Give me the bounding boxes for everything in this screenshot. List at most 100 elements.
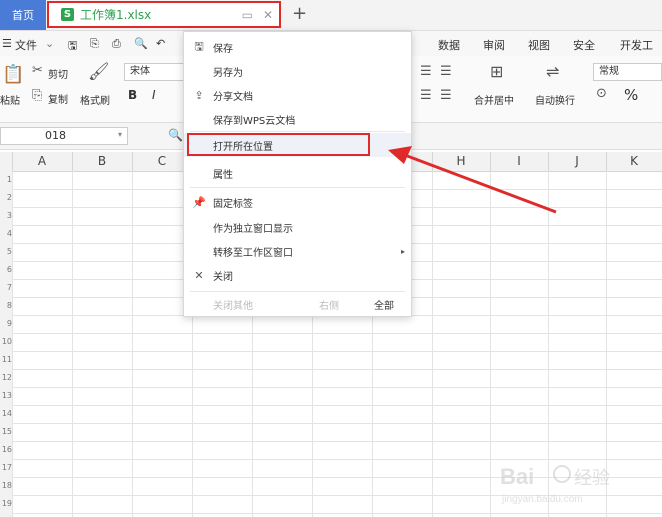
- export-icon[interactable]: ⎘: [90, 37, 99, 51]
- tab-home[interactable]: 首页: [0, 0, 46, 30]
- print-icon[interactable]: ⎙: [112, 37, 121, 51]
- grid-row-line: [12, 513, 662, 514]
- paste-button[interactable]: 粘贴: [0, 92, 20, 107]
- copy-button[interactable]: 复制: [48, 91, 68, 106]
- grid-row-line: [12, 441, 662, 442]
- row-header[interactable]: 13: [0, 391, 12, 400]
- indent-icon[interactable]: ☰: [420, 64, 432, 79]
- close-all-button[interactable]: 全部: [374, 297, 394, 312]
- number-format-select[interactable]: 常规: [593, 63, 662, 81]
- italic-button[interactable]: I: [152, 88, 156, 102]
- row-header[interactable]: 3: [0, 211, 12, 220]
- row-header[interactable]: 9: [0, 319, 12, 328]
- save-icon: 🖫: [194, 39, 204, 53]
- column-header[interactable]: B: [72, 152, 133, 171]
- row-header[interactable]: 10: [0, 337, 12, 346]
- preview-icon[interactable]: 🔍: [134, 37, 148, 50]
- close-tab-icon[interactable]: ✕: [263, 8, 273, 22]
- menu-file[interactable]: 文件: [15, 37, 37, 53]
- row-header[interactable]: 19: [0, 499, 12, 508]
- copy-icon[interactable]: ⎘: [32, 88, 42, 103]
- grid-row-line: [12, 369, 662, 370]
- menu-item-label: 作为独立窗口显示: [213, 223, 293, 235]
- row-header[interactable]: 4: [0, 229, 12, 238]
- row-header[interactable]: 1: [0, 175, 12, 184]
- merge-cells-icon[interactable]: ⊞: [490, 62, 503, 81]
- close-others-button[interactable]: 关闭其他: [213, 297, 253, 312]
- row-header[interactable]: 2: [0, 193, 12, 202]
- menu-review[interactable]: 审阅: [483, 37, 505, 53]
- scissors-icon[interactable]: ✂: [32, 63, 43, 78]
- row-header[interactable]: 18: [0, 481, 12, 490]
- menu-item-label: 保存: [213, 43, 233, 55]
- zoom-icon[interactable]: 🔍: [168, 128, 183, 142]
- menu-view[interactable]: 视图: [528, 37, 550, 53]
- menu-item-save-as[interactable]: 另存为: [184, 59, 411, 83]
- grid-row-line: [12, 387, 662, 388]
- row-header[interactable]: 7: [0, 283, 12, 292]
- save-toolbar-icon[interactable]: 🖫: [68, 37, 77, 56]
- svg-text:jingyan.baidu.com: jingyan.baidu.com: [501, 494, 583, 505]
- row-header[interactable]: 8: [0, 301, 12, 310]
- menu-item-label: 固定标签: [213, 198, 253, 210]
- menu-item-close[interactable]: ✕ 关闭: [184, 263, 411, 287]
- row-header[interactable]: 12: [0, 373, 12, 382]
- name-box[interactable]: 018: [0, 127, 128, 145]
- row-header[interactable]: 17: [0, 463, 12, 472]
- merge-center-button[interactable]: 合并居中: [474, 92, 514, 107]
- grid-column-line: [12, 171, 13, 517]
- wrap-text-button[interactable]: 自动换行: [535, 92, 575, 107]
- menu-item-label: 保存到WPS云文档: [213, 115, 296, 127]
- currency-icon[interactable]: ⊙: [596, 86, 607, 101]
- new-tab-button[interactable]: +: [292, 3, 307, 24]
- share-icon: ⇪: [194, 88, 204, 102]
- annotation-arrow: [388, 146, 557, 214]
- screen-icon[interactable]: ▭: [242, 8, 253, 22]
- row-header[interactable]: 14: [0, 409, 12, 418]
- undo-icon[interactable]: ↶: [156, 37, 165, 50]
- hamburger-icon[interactable]: ☰: [2, 37, 12, 50]
- outdent-icon[interactable]: ☰: [440, 64, 452, 79]
- tab-document-label: 工作簿1.xlsx: [80, 8, 152, 22]
- row-header[interactable]: 6: [0, 265, 12, 274]
- pin-icon: 📌: [192, 195, 206, 209]
- close-right-button[interactable]: 右侧: [319, 297, 339, 312]
- grid-row-line: [12, 405, 662, 406]
- chevron-down-icon[interactable]: ⌄: [45, 37, 54, 50]
- grid-row-line: [12, 333, 662, 334]
- grid-row-line: [12, 423, 662, 424]
- svg-text:Bai: Bai: [500, 464, 534, 489]
- grid-column-line: [132, 171, 133, 517]
- row-header[interactable]: 11: [0, 355, 12, 364]
- align-icon[interactable]: ☰: [420, 88, 432, 103]
- spreadsheet-icon: S: [61, 8, 74, 21]
- menu-item-save-to-cloud[interactable]: 保存到WPS云文档: [184, 107, 411, 131]
- paste-icon[interactable]: 📋: [2, 64, 24, 85]
- menu-data[interactable]: 数据: [438, 37, 460, 53]
- format-painter-icon[interactable]: 🖌: [88, 62, 110, 82]
- menu-item-move-to-workspace[interactable]: 转移至工作区窗口 ▸: [184, 239, 411, 263]
- menu-security[interactable]: 安全: [573, 37, 595, 53]
- format-painter-button[interactable]: 格式刷: [80, 92, 110, 107]
- menu-divider: [190, 291, 405, 292]
- row-header[interactable]: 15: [0, 427, 12, 436]
- menu-item-label: 转移至工作区窗口: [213, 247, 293, 259]
- close-icon: ✕: [194, 268, 204, 282]
- menu-item-label: 属性: [213, 169, 233, 181]
- grid-column-line: [490, 171, 491, 517]
- bold-button[interactable]: B: [128, 88, 137, 102]
- column-header[interactable]: K: [606, 152, 662, 171]
- row-header[interactable]: 5: [0, 247, 12, 256]
- row-header[interactable]: 16: [0, 445, 12, 454]
- cut-button[interactable]: 剪切: [48, 66, 68, 81]
- menu-item-share[interactable]: ⇪ 分享文档: [184, 83, 411, 107]
- wrap-text-icon[interactable]: ⇌: [546, 62, 559, 81]
- distribute-icon[interactable]: ☰: [440, 88, 452, 103]
- percent-button[interactable]: %: [624, 86, 638, 104]
- grid-column-line: [72, 171, 73, 517]
- menu-item-save[interactable]: 🖫 保存: [184, 35, 411, 59]
- chevron-down-icon[interactable]: ▾: [118, 130, 122, 139]
- font-name-select[interactable]: 宋体: [124, 63, 184, 81]
- tab-document[interactable]: S 工作簿1.xlsx ▭ ✕: [47, 1, 281, 28]
- column-header[interactable]: A: [12, 152, 73, 171]
